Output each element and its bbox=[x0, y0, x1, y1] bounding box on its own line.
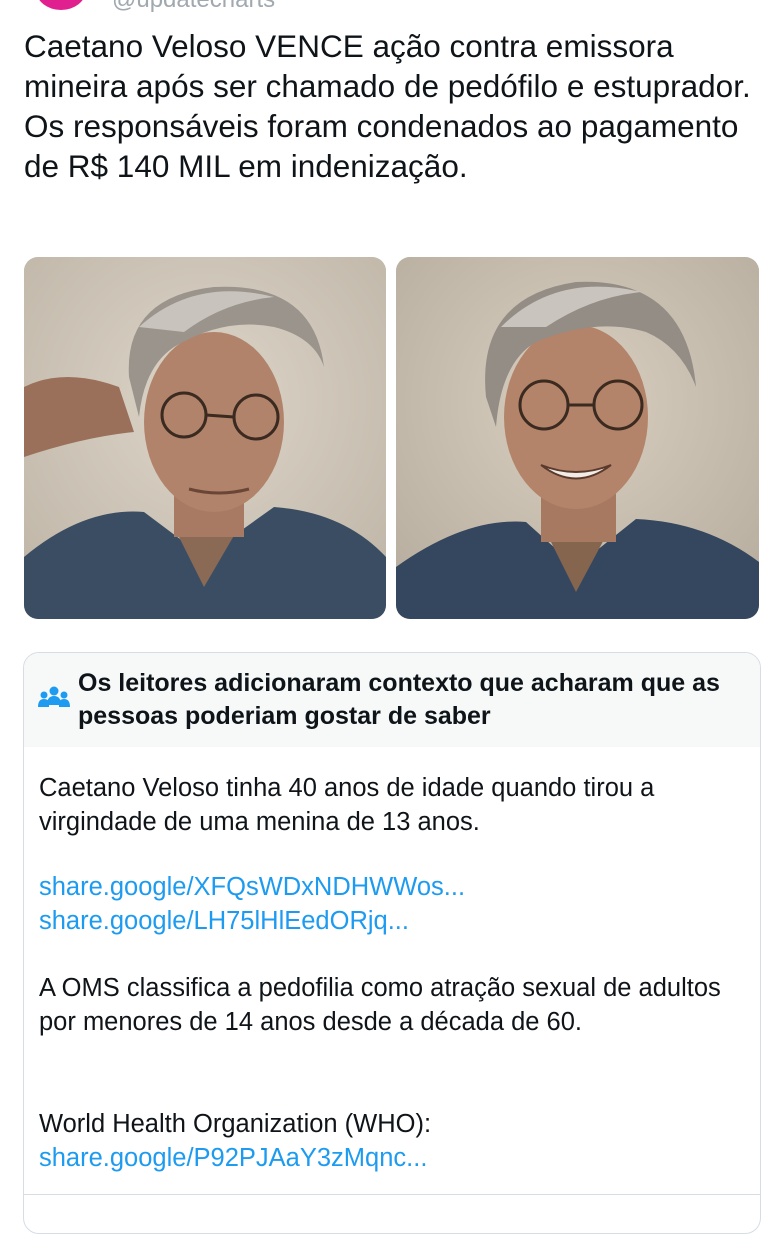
post-media bbox=[24, 257, 759, 619]
note-source: World Health Organization (WHO): share.g… bbox=[39, 1107, 739, 1175]
community-note-title: Os leitores adicionaram contexto que ach… bbox=[78, 669, 720, 730]
photo-2[interactable] bbox=[396, 257, 759, 619]
note-link-2[interactable]: share.google/LH75lHlEedORjq... bbox=[39, 907, 409, 935]
note-link-3[interactable]: share.google/P92PJAaY3zMqnc... bbox=[39, 1144, 427, 1172]
people-icon bbox=[38, 686, 70, 707]
photo-1[interactable] bbox=[24, 257, 386, 619]
note-paragraph-1: Caetano Veloso tinha 40 anos de idade qu… bbox=[39, 774, 655, 836]
user-handle[interactable]: @updatecharts bbox=[112, 0, 275, 14]
community-note: Os leitores adicionaram contexto que ach… bbox=[23, 652, 761, 1234]
post-header: @updatecharts bbox=[0, 0, 782, 18]
note-source-label: World Health Organization (WHO): bbox=[39, 1110, 432, 1138]
post-text: Caetano Veloso VENCE ação contra emissor… bbox=[24, 28, 751, 184]
note-links: share.google/XFQsWDxNDHWWos... share.goo… bbox=[39, 870, 739, 938]
note-paragraph-2: A OMS classifica a pedofilia como atraçã… bbox=[39, 974, 721, 1036]
avatar[interactable] bbox=[36, 0, 86, 10]
community-note-header: Os leitores adicionaram contexto que ach… bbox=[24, 653, 760, 747]
note-link-1[interactable]: share.google/XFQsWDxNDHWWos... bbox=[39, 873, 465, 901]
divider bbox=[24, 1194, 760, 1195]
